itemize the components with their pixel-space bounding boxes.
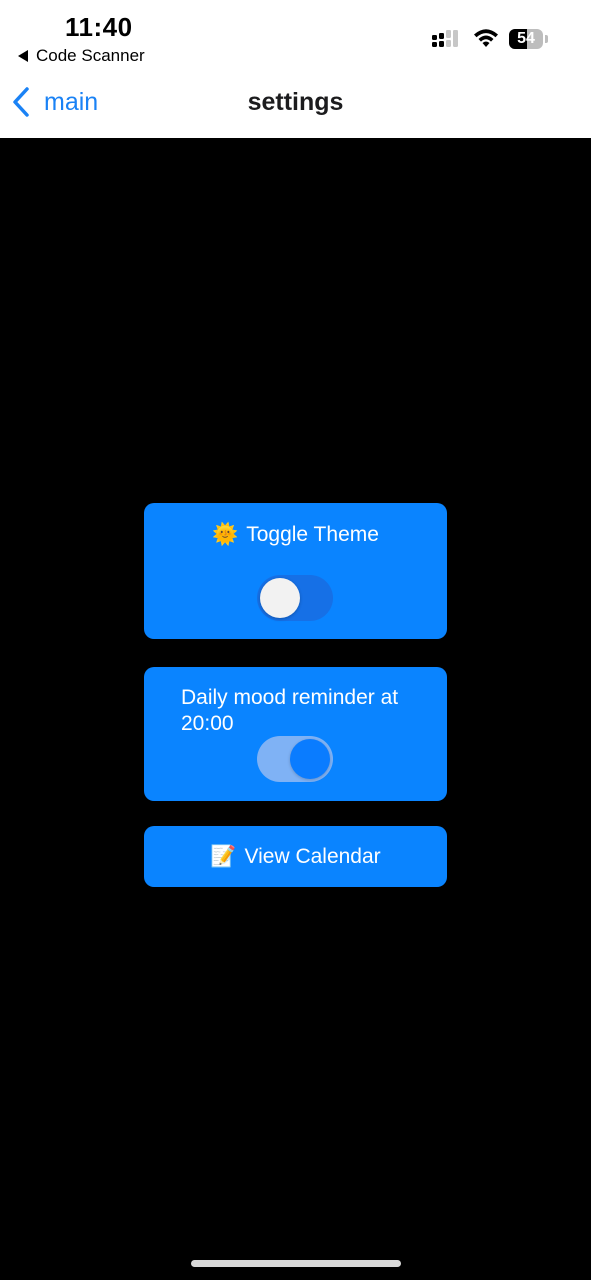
- sun-icon: 🌞: [212, 523, 239, 546]
- back-triangle-icon: [18, 50, 28, 62]
- page-title: settings: [247, 88, 344, 116]
- calendar-label: View Calendar: [244, 844, 381, 868]
- battery-percent: 54: [517, 30, 535, 47]
- settings-screen: 11:40 Code Scanner 54 main settings 🌞 To…: [0, 0, 591, 1280]
- view-calendar-button[interactable]: 📝 View Calendar: [144, 826, 447, 887]
- theme-label-row: 🌞 Toggle Theme: [144, 523, 447, 547]
- cellular-signal-icon: [432, 30, 458, 47]
- reminder-label: Daily mood reminder at 20:00: [181, 686, 399, 735]
- wifi-icon: [474, 29, 498, 47]
- status-time: 11:40: [65, 12, 133, 42]
- battery-cap: [545, 35, 548, 43]
- battery-icon: 54: [509, 29, 543, 49]
- home-indicator[interactable]: [191, 1260, 401, 1267]
- theme-label: Toggle Theme: [246, 523, 379, 546]
- theme-toggle[interactable]: [257, 575, 333, 621]
- back-to-app-link[interactable]: Code Scanner: [18, 46, 145, 66]
- reminder-toggle-knob: [290, 739, 330, 779]
- back-app-label: Code Scanner: [36, 46, 145, 65]
- header: 11:40 Code Scanner 54 main settings: [0, 0, 591, 138]
- theme-card: 🌞 Toggle Theme: [144, 503, 447, 639]
- reminder-toggle[interactable]: [257, 736, 333, 782]
- calendar-label-row: 📝 View Calendar: [144, 826, 447, 887]
- theme-toggle-knob: [260, 578, 300, 618]
- reminder-card: Daily mood reminder at 20:00: [144, 667, 447, 801]
- calendar-memo-icon: 📝: [210, 844, 237, 868]
